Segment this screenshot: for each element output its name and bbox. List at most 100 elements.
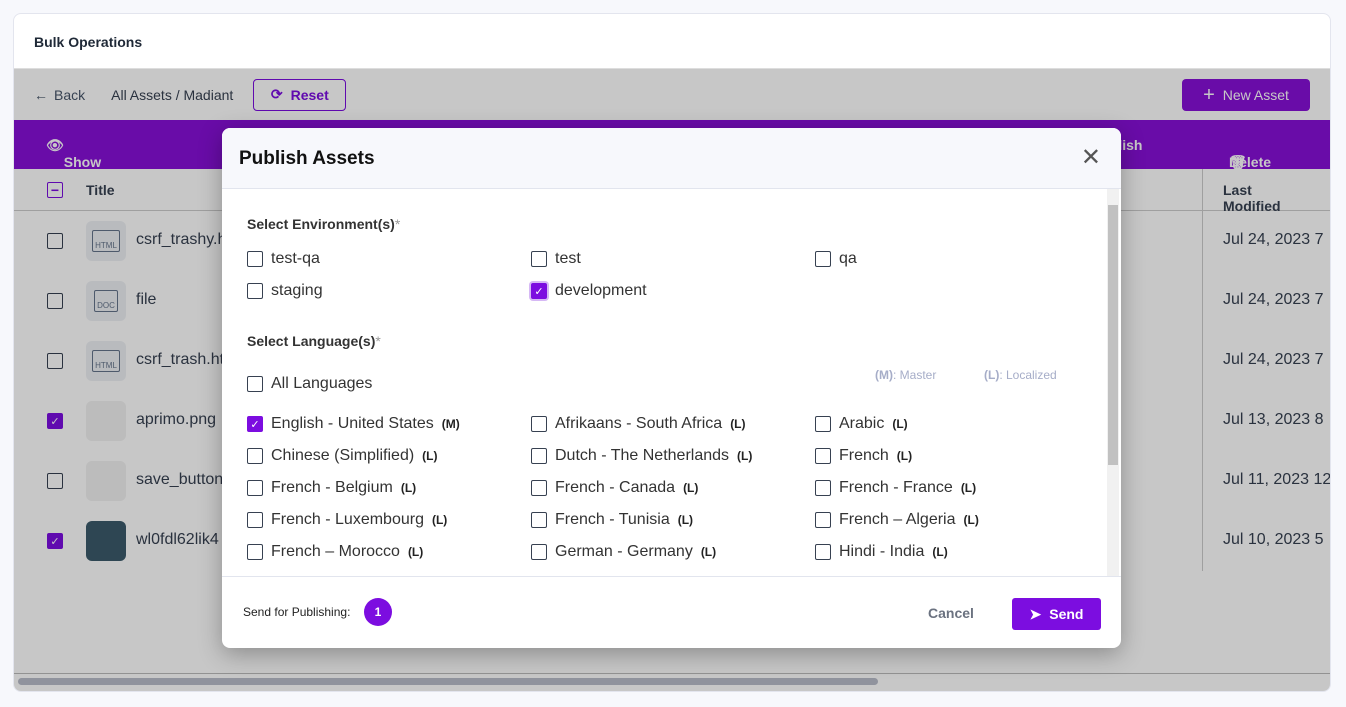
checkbox[interactable] bbox=[531, 251, 547, 267]
language-type-tag: (L) bbox=[892, 417, 908, 431]
option-checkbox[interactable]: Hindi - India (L) bbox=[815, 543, 948, 561]
option-label: French - Canada bbox=[555, 479, 676, 496]
environment-label: Select Environment(s)* bbox=[247, 216, 400, 232]
language-type-tag: (L) bbox=[677, 513, 694, 527]
all-languages-checkbox[interactable]: All Languages bbox=[247, 375, 372, 393]
option-label: qa bbox=[839, 250, 857, 267]
close-icon[interactable]: ✕ bbox=[1081, 146, 1101, 170]
option-label: English - United States bbox=[271, 415, 434, 432]
language-type-tag: (L) bbox=[932, 545, 948, 559]
send-button[interactable]: ➤ Send bbox=[1012, 598, 1101, 630]
checkbox[interactable] bbox=[247, 283, 263, 299]
option-checkbox[interactable]: staging bbox=[247, 282, 323, 300]
option-label: Afrikaans - South Africa bbox=[555, 415, 723, 432]
checkbox[interactable]: ✓ bbox=[531, 283, 547, 299]
option-label: Hindi - India bbox=[839, 543, 925, 560]
option-label: test-qa bbox=[271, 250, 320, 267]
language-type-tag: (L) bbox=[700, 545, 717, 559]
option-label: test bbox=[555, 250, 581, 267]
cancel-button[interactable]: Cancel bbox=[928, 605, 974, 621]
option-checkbox[interactable]: Arabic (L) bbox=[815, 415, 908, 433]
checkbox[interactable] bbox=[815, 544, 831, 560]
checkbox[interactable] bbox=[531, 512, 547, 528]
language-type-tag: (L) bbox=[431, 513, 448, 527]
vertical-scrollbar[interactable] bbox=[1107, 189, 1119, 576]
option-label: Arabic bbox=[839, 415, 885, 432]
language-type-tag: (L) bbox=[422, 449, 438, 463]
send-for-publishing-label: Send for Publishing: bbox=[243, 605, 351, 619]
option-checkbox[interactable]: French - Belgium (L) bbox=[247, 479, 416, 497]
checkbox[interactable] bbox=[531, 480, 547, 496]
language-type-tag: (L) bbox=[730, 417, 746, 431]
checkbox[interactable] bbox=[247, 448, 263, 464]
option-label: French - Tunisia bbox=[555, 511, 670, 528]
option-label: French - Belgium bbox=[271, 479, 393, 496]
option-label: All Languages bbox=[271, 375, 373, 392]
legend-master: (M): Master bbox=[875, 368, 936, 382]
option-checkbox[interactable]: Afrikaans - South Africa (L) bbox=[531, 415, 746, 433]
checkbox[interactable] bbox=[815, 416, 831, 432]
option-checkbox[interactable]: French - Tunisia (L) bbox=[531, 511, 693, 529]
language-label-text: Select Language(s) bbox=[247, 333, 376, 349]
language-type-tag: (L) bbox=[737, 449, 753, 463]
checkbox[interactable] bbox=[247, 512, 263, 528]
checkbox[interactable] bbox=[531, 544, 547, 560]
modal-title: Publish Assets bbox=[222, 128, 1121, 189]
scrollbar-thumb[interactable] bbox=[1108, 205, 1118, 465]
legend-localized: (L): Localized bbox=[984, 368, 1057, 382]
language-label: Select Language(s)* bbox=[247, 333, 381, 349]
option-label: development bbox=[555, 282, 647, 299]
environment-label-text: Select Environment(s) bbox=[247, 216, 395, 232]
option-checkbox[interactable]: ✓ English - United States (M) bbox=[247, 415, 460, 433]
checkbox[interactable] bbox=[531, 448, 547, 464]
option-checkbox[interactable]: French – Morocco (L) bbox=[247, 543, 423, 561]
checkbox[interactable] bbox=[815, 512, 831, 528]
option-checkbox[interactable]: German - Germany (L) bbox=[531, 543, 716, 561]
option-label: French - France bbox=[839, 479, 953, 496]
language-type-tag: (M) bbox=[441, 417, 460, 431]
option-label: French – Morocco bbox=[271, 543, 400, 560]
option-checkbox[interactable]: qa bbox=[815, 250, 857, 268]
modal-footer: Send for Publishing: 1 Cancel ➤ Send bbox=[222, 576, 1121, 648]
modal-body: Select Environment(s)* test-qa test qa stag… bbox=[222, 189, 1121, 576]
option-label: French - Luxembourg bbox=[271, 511, 424, 528]
publish-count-badge: 1 bbox=[364, 598, 392, 626]
checkbox[interactable] bbox=[815, 251, 831, 267]
checkbox[interactable] bbox=[247, 480, 263, 496]
option-checkbox[interactable]: French - Luxembourg (L) bbox=[247, 511, 447, 529]
option-checkbox[interactable]: French – Algeria (L) bbox=[815, 511, 979, 529]
option-checkbox[interactable]: French (L) bbox=[815, 447, 912, 465]
option-checkbox[interactable]: French - Canada (L) bbox=[531, 479, 698, 497]
checkbox[interactable] bbox=[247, 544, 263, 560]
publish-assets-modal: Publish Assets ✕ Select Environment(s)* … bbox=[222, 128, 1121, 648]
send-icon: ➤ bbox=[1029, 605, 1042, 622]
option-label: Chinese (Simplified) bbox=[271, 447, 415, 464]
checkbox[interactable] bbox=[531, 416, 547, 432]
language-type-tag: (L) bbox=[400, 481, 417, 495]
required-marker: * bbox=[394, 216, 401, 232]
option-label: Dutch - The Netherlands bbox=[555, 447, 730, 464]
option-label: staging bbox=[271, 282, 323, 299]
checkbox[interactable] bbox=[815, 480, 831, 496]
checkbox[interactable]: ✓ bbox=[247, 416, 263, 432]
option-label: German - Germany bbox=[555, 543, 693, 560]
checkbox[interactable] bbox=[247, 376, 263, 392]
legend-text: : Localized bbox=[999, 368, 1057, 382]
send-label: Send bbox=[1049, 606, 1084, 622]
option-label: French bbox=[839, 447, 889, 464]
checkbox[interactable] bbox=[815, 448, 831, 464]
option-checkbox[interactable]: French - France (L) bbox=[815, 479, 976, 497]
option-checkbox[interactable]: test-qa bbox=[247, 250, 320, 268]
option-checkbox[interactable]: ✓ development bbox=[531, 282, 647, 300]
checkbox[interactable] bbox=[247, 251, 263, 267]
option-checkbox[interactable]: Dutch - The Netherlands (L) bbox=[531, 447, 752, 465]
option-label: French – Algeria bbox=[839, 511, 956, 528]
language-type-tag: (L) bbox=[407, 545, 424, 559]
option-checkbox[interactable]: Chinese (Simplified) (L) bbox=[247, 447, 438, 465]
language-type-tag: (L) bbox=[963, 513, 979, 527]
page-title: Bulk Operations bbox=[14, 14, 1330, 69]
legend-code: (M) bbox=[875, 368, 893, 382]
option-checkbox[interactable]: test bbox=[531, 250, 581, 268]
language-type-tag: (L) bbox=[896, 449, 913, 463]
legend-text: : Master bbox=[893, 368, 937, 382]
